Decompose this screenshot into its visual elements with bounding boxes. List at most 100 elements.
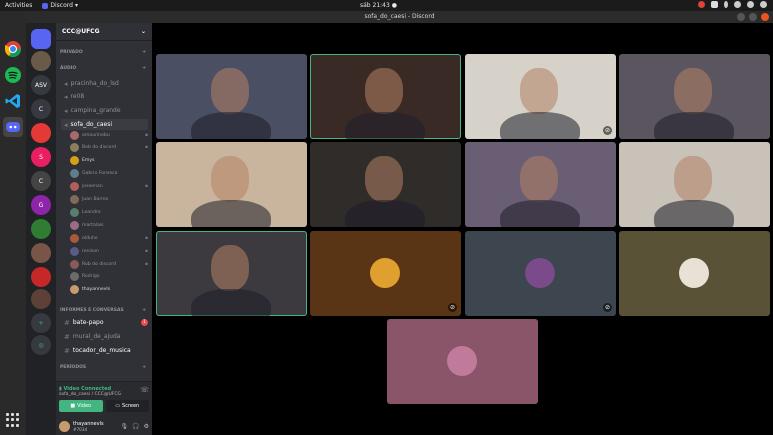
discord-home-icon[interactable]	[31, 29, 51, 49]
add-server-icon[interactable]: +	[31, 313, 51, 333]
voice-user[interactable]: martalais	[70, 219, 148, 231]
show-applications-icon[interactable]	[6, 413, 20, 427]
voice-channel-re08[interactable]: ◂ re08	[61, 91, 148, 102]
text-channel-tocador_de_musica[interactable]: # tocador_de_musica	[61, 345, 148, 356]
video-tile[interactable]: ⊘	[465, 54, 616, 139]
video-camera-icon: ▪	[144, 261, 148, 267]
add-channel-icon[interactable]: +	[142, 365, 146, 370]
voice-user[interactable]: Leandro	[70, 206, 148, 218]
category-periodos[interactable]: PERÍODOS +	[60, 365, 146, 370]
video-camera-icon: ▪	[144, 145, 148, 151]
voice-user[interactable]: Juan Barros	[70, 194, 148, 206]
server-icon[interactable]: C	[31, 171, 51, 191]
server-icon[interactable]: S	[31, 147, 51, 167]
voice-user[interactable]: Rodrigo	[70, 271, 148, 283]
server-icon[interactable]	[31, 289, 51, 309]
voice-user[interactable]: renison ▪	[70, 245, 148, 257]
video-button[interactable]: ■ Video	[59, 400, 103, 412]
server-icon[interactable]	[31, 267, 51, 287]
video-tile[interactable]	[619, 231, 770, 316]
activities-button[interactable]: Activities	[5, 2, 32, 9]
hash-icon: #	[64, 346, 70, 355]
channel-label: mural_de_ajuda	[72, 333, 121, 340]
category-privado[interactable]: PRIVADO +	[60, 50, 146, 55]
discord-icon[interactable]	[3, 117, 23, 137]
participant-video	[211, 156, 249, 202]
video-tile[interactable]	[156, 54, 307, 139]
voice-channel-campina_grande[interactable]: ◂ campina_grande	[61, 105, 148, 116]
participant-body	[191, 289, 271, 316]
discord-tray-icon[interactable]	[711, 1, 718, 8]
ubuntu-dock	[0, 11, 26, 435]
video-tile[interactable]	[387, 319, 538, 404]
user-label: Juan Barros	[82, 197, 109, 202]
voice-user[interactable]: thayannevls	[70, 284, 148, 296]
server-icon[interactable]	[31, 123, 51, 143]
spotify-icon[interactable]	[3, 65, 23, 85]
voice-user[interactable]: Emys	[70, 155, 148, 167]
text-channel-mural_de_ajuda[interactable]: # mural_de_ajuda	[61, 331, 148, 342]
app-menu[interactable]: Discord ▾	[42, 2, 78, 9]
add-channel-icon[interactable]: +	[142, 66, 146, 71]
chrome-tray-icon[interactable]	[698, 1, 705, 8]
video-tile[interactable]	[156, 231, 307, 316]
maximize-button[interactable]	[749, 13, 757, 21]
voice-user[interactable]: Rob do discord ▪	[70, 258, 148, 270]
video-tile[interactable]	[465, 142, 616, 227]
category-audio[interactable]: ÁUDIO +	[60, 66, 146, 71]
screen-share-button[interactable]: ▭ Screen	[105, 400, 149, 412]
speaker-icon: ◂	[64, 106, 68, 115]
channel-sidebar: CCC@UFCG ⌄ PRIVADO + ÁUDIO + ◂ pracinha_d…	[56, 23, 152, 435]
close-button[interactable]	[761, 13, 769, 21]
video-tile[interactable]	[619, 54, 770, 139]
server-icon[interactable]	[31, 51, 51, 71]
server-icon[interactable]: ASV	[31, 75, 51, 95]
voice-channel-info[interactable]: sofa_do_caesi / CCC@UFCG	[59, 392, 121, 397]
server-icon[interactable]: G	[31, 195, 51, 215]
voice-user[interactable]: Bob do discord ▪	[70, 142, 148, 154]
category-informes[interactable]: INFORMES E CONVERSAS +	[60, 308, 146, 313]
minimize-button[interactable]	[737, 13, 745, 21]
server-icon[interactable]	[31, 219, 51, 239]
power-icon[interactable]	[760, 1, 767, 8]
add-channel-icon[interactable]: +	[142, 50, 146, 55]
video-tile[interactable]	[156, 142, 307, 227]
video-tile[interactable]: ⊘	[465, 231, 616, 316]
text-channel-bate-papo[interactable]: # bate-papo 1	[61, 317, 148, 328]
channel-label: campina_grande	[70, 107, 121, 114]
voice-user[interactable]: joseenan ▪	[70, 181, 148, 193]
video-tile[interactable]: ⊘	[310, 231, 461, 316]
chrome-icon[interactable]	[3, 39, 23, 59]
explore-servers-icon[interactable]: ◎	[31, 335, 51, 355]
server-icon[interactable]	[31, 243, 51, 263]
video-tile[interactable]	[310, 54, 461, 139]
speaker-icon: ◂	[64, 92, 68, 101]
microphone-icon[interactable]: 🎙	[121, 423, 129, 430]
vscode-icon[interactable]	[3, 91, 23, 111]
voice-user[interactable]: olduhe ▪	[70, 232, 148, 244]
category-label: PERÍODOS	[60, 365, 87, 370]
disconnect-icon[interactable]: ☏	[140, 386, 149, 397]
voice-user[interactable]: amaurinebu ▪	[70, 129, 148, 141]
settings-gear-icon[interactable]: ⚙	[144, 423, 149, 430]
bluetooth-icon[interactable]	[724, 1, 728, 8]
video-tile[interactable]	[310, 142, 461, 227]
clock[interactable]: sáb 21:43 ●	[360, 2, 397, 9]
network-icon[interactable]	[734, 1, 741, 8]
voice-user[interactable]: Gabrio Fonseca	[70, 168, 148, 180]
voice-channel-pracinha_do_lsd[interactable]: ◂ pracinha_do_lsd	[61, 78, 148, 89]
avatar	[70, 169, 79, 179]
server-icon[interactable]: C	[31, 99, 51, 119]
avatar[interactable]	[59, 420, 70, 432]
user-label: thayannevls	[82, 287, 111, 293]
system-tray	[698, 1, 767, 8]
system-top-bar: Activities Discord ▾ sáb 21:43 ●	[0, 0, 773, 11]
avatar	[525, 258, 555, 288]
headphones-icon[interactable]: 🎧	[132, 423, 139, 430]
server-name: CCC@UFCG	[62, 28, 100, 35]
channel-label: sofa_do_caesi	[70, 121, 113, 128]
volume-icon[interactable]	[747, 1, 754, 8]
server-header[interactable]: CCC@UFCG ⌄	[56, 23, 152, 41]
add-channel-icon[interactable]: +	[142, 308, 146, 313]
video-tile[interactable]	[619, 142, 770, 227]
